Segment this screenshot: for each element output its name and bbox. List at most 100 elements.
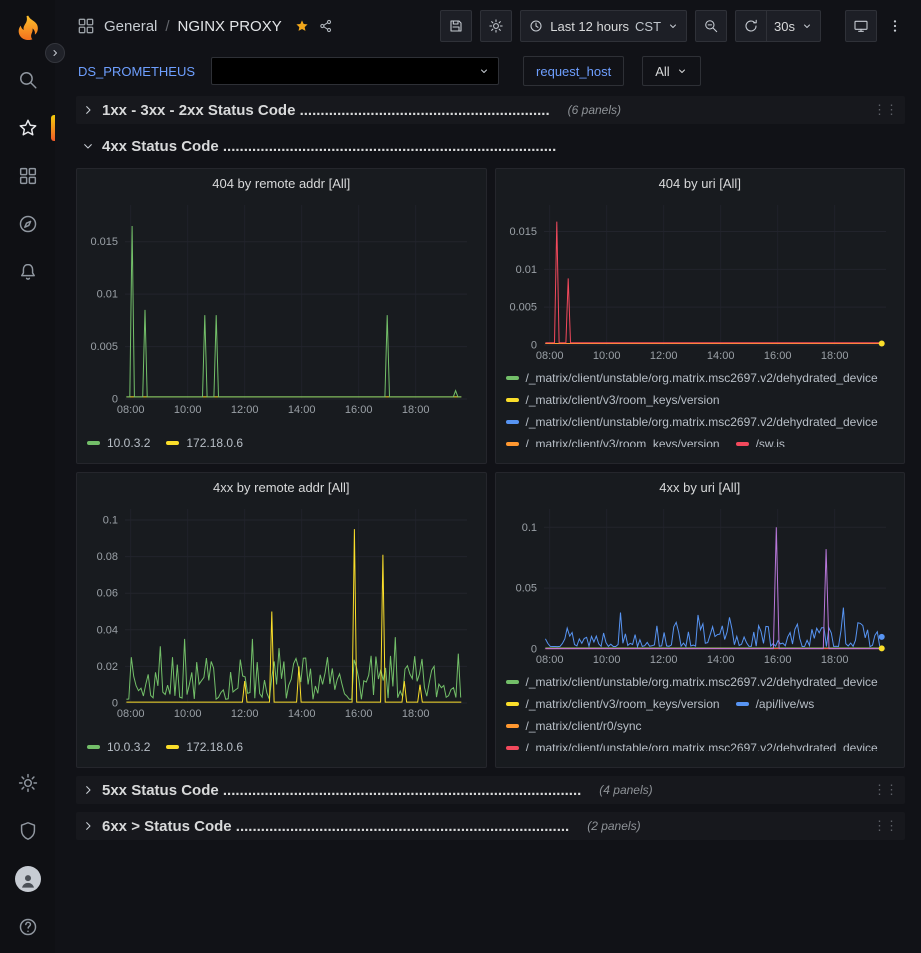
legend-item[interactable]: /_matrix/client/v3/room_keys/version <box>506 693 720 715</box>
datasource-select[interactable] <box>211 57 499 85</box>
x-axis-label: 10:00 <box>174 404 202 416</box>
legend-item[interactable]: 10.0.3.2 <box>87 736 150 758</box>
request-host-select[interactable]: All <box>642 56 700 86</box>
x-axis-label: 16:00 <box>345 404 373 416</box>
legend-item[interactable]: /_matrix/client/v3/room_keys/version <box>506 433 720 447</box>
y-axis-label: 0.1 <box>103 514 118 526</box>
y-axis-label: 0.04 <box>97 624 118 636</box>
row-1xx-3xx-2xx[interactable]: 1xx - 3xx - 2xx Status Code ............… <box>76 96 905 124</box>
variable-label-ds-prometheus[interactable]: DS_PROMETHEUS <box>76 64 201 79</box>
sidebar-expand-toggle[interactable] <box>45 43 65 63</box>
row-drag-handle[interactable]: ⋮⋮ <box>873 782 897 798</box>
legend-label: /_matrix/client/unstable/org.matrix.msc2… <box>526 415 878 429</box>
zoom-out-time-button[interactable] <box>695 10 727 42</box>
legend-item[interactable]: /_matrix/client/unstable/org.matrix.msc2… <box>506 671 878 693</box>
legend-label: /api/live/ws <box>756 697 815 711</box>
row-drag-handle[interactable]: ⋮⋮ <box>873 818 897 834</box>
legend-item[interactable]: /_matrix/client/unstable/org.matrix.msc2… <box>506 367 878 389</box>
series-line <box>545 608 879 647</box>
sidebar-nav <box>0 56 55 296</box>
sidebar <box>0 0 55 953</box>
time-range-picker[interactable]: Last 12 hours CST <box>520 10 687 42</box>
more-options-button[interactable] <box>885 10 905 42</box>
sidebar-item-search[interactable] <box>0 56 55 104</box>
legend-swatch <box>736 442 749 446</box>
cycle-view-mode-button[interactable] <box>845 10 877 42</box>
save-dashboard-button[interactable] <box>440 10 472 42</box>
sidebar-item-configuration[interactable] <box>0 759 55 807</box>
chevron-down-icon <box>676 65 688 77</box>
sidebar-item-help[interactable] <box>0 903 55 951</box>
x-axis-label: 16:00 <box>763 350 791 362</box>
legend-item[interactable]: 10.0.3.2 <box>87 432 150 454</box>
x-axis-label: 14:00 <box>706 654 734 666</box>
panel-title[interactable]: 404 by remote addr [All] <box>77 169 486 195</box>
row-panel-count: (6 panels) <box>568 103 621 117</box>
legend-swatch <box>506 724 519 728</box>
refresh-button[interactable] <box>735 10 767 42</box>
help-icon <box>17 916 39 938</box>
sidebar-item-starred[interactable] <box>0 104 55 152</box>
row-5xx[interactable]: 5xx Status Code ........................… <box>76 776 905 804</box>
x-axis-label: 14:00 <box>288 708 316 720</box>
y-axis-label: 0.08 <box>97 551 118 563</box>
gear-icon <box>17 772 39 794</box>
time-series-chart[interactable]: 00.0050.010.01508:0010:0012:0014:0016:00… <box>504 197 896 363</box>
sidebar-item-explore[interactable] <box>0 200 55 248</box>
legend-item[interactable]: 172.18.0.6 <box>166 432 243 454</box>
legend-item[interactable]: 172.18.0.6 <box>166 736 243 758</box>
time-series-chart[interactable]: 00.020.040.060.080.108:0010:0012:0014:00… <box>85 501 477 721</box>
chart-legend: 10.0.3.2 172.18.0.6 <box>77 430 486 463</box>
y-axis-label: 0.06 <box>97 588 118 600</box>
row-6xx[interactable]: 6xx > Status Code ......................… <box>76 812 905 840</box>
time-series-chart[interactable]: 00.0050.010.01508:0010:0012:0014:0016:00… <box>85 197 477 417</box>
chart-legend: 10.0.3.2 172.18.0.6 <box>77 734 486 767</box>
series-line <box>545 222 880 343</box>
refresh-group: 30s <box>735 10 821 42</box>
panel-4xx-by-uri: 4xx by uri [All] 00.050.108:0010:0012:00… <box>495 472 906 768</box>
legend-label: 10.0.3.2 <box>107 740 150 754</box>
row-title: 6xx > Status Code ......................… <box>102 818 569 835</box>
legend-item[interactable]: /_matrix/client/unstable/org.matrix.msc2… <box>506 411 878 433</box>
sidebar-item-alerting[interactable] <box>0 248 55 296</box>
legend-item[interactable]: /_matrix/client/v3/room_keys/version <box>506 389 720 411</box>
legend-label: /_matrix/client/v3/room_keys/version <box>526 393 720 407</box>
sidebar-item-dashboards[interactable] <box>0 152 55 200</box>
legend-item[interactable]: /api/live/ws <box>736 693 815 715</box>
legend-item[interactable]: /_matrix/client/r0/sync <box>506 715 642 737</box>
panel-title[interactable]: 404 by uri [All] <box>496 169 905 195</box>
shield-icon <box>17 820 39 842</box>
breadcrumb-folder[interactable]: General <box>104 18 157 35</box>
row-4xx[interactable]: 4xx Status Code ........................… <box>76 132 905 160</box>
dashboard-settings-button[interactable] <box>480 10 512 42</box>
x-axis-label: 08:00 <box>117 404 145 416</box>
series-line <box>126 226 461 397</box>
panel-title[interactable]: 4xx by remote addr [All] <box>77 473 486 499</box>
breadcrumb: General / NGINX PROXY <box>76 16 282 36</box>
row-title: 4xx Status Code ........................… <box>102 138 556 155</box>
request-host-value: All <box>655 64 669 79</box>
legend-item[interactable]: /sw.js <box>736 433 785 447</box>
panel-title[interactable]: 4xx by uri [All] <box>496 473 905 499</box>
kebab-icon <box>887 18 903 34</box>
legend-item[interactable]: /_matrix/client/unstable/org.matrix.msc2… <box>506 737 878 751</box>
legend-label: /_matrix/client/unstable/org.matrix.msc2… <box>526 371 878 385</box>
time-series-chart[interactable]: 00.050.108:0010:0012:0014:0016:0018:00 <box>504 501 896 667</box>
topbar: General / NGINX PROXY Last 12 hours CST <box>55 0 921 52</box>
share-icon[interactable] <box>318 18 334 34</box>
legend-swatch <box>506 442 519 446</box>
x-axis-label: 08:00 <box>535 654 563 666</box>
dashboard-title[interactable]: NGINX PROXY <box>178 18 282 35</box>
grafana-app: General / NGINX PROXY Last 12 hours CST <box>0 0 921 953</box>
favorite-star-icon[interactable] <box>294 18 310 34</box>
refresh-interval-picker[interactable]: 30s <box>767 10 821 42</box>
x-axis-label: 18:00 <box>820 350 848 362</box>
dashboard-body: 1xx - 3xx - 2xx Status Code ............… <box>55 90 921 953</box>
row-title: 1xx - 3xx - 2xx Status Code ............… <box>102 102 550 119</box>
row-drag-handle[interactable]: ⋮⋮ <box>873 102 897 118</box>
variable-label-request-host[interactable]: request_host <box>523 56 624 86</box>
y-axis-label: 0.005 <box>509 302 537 314</box>
sidebar-item-server-admin[interactable] <box>0 807 55 855</box>
y-axis-label: 0.1 <box>521 522 536 534</box>
sidebar-item-profile[interactable] <box>0 855 55 903</box>
